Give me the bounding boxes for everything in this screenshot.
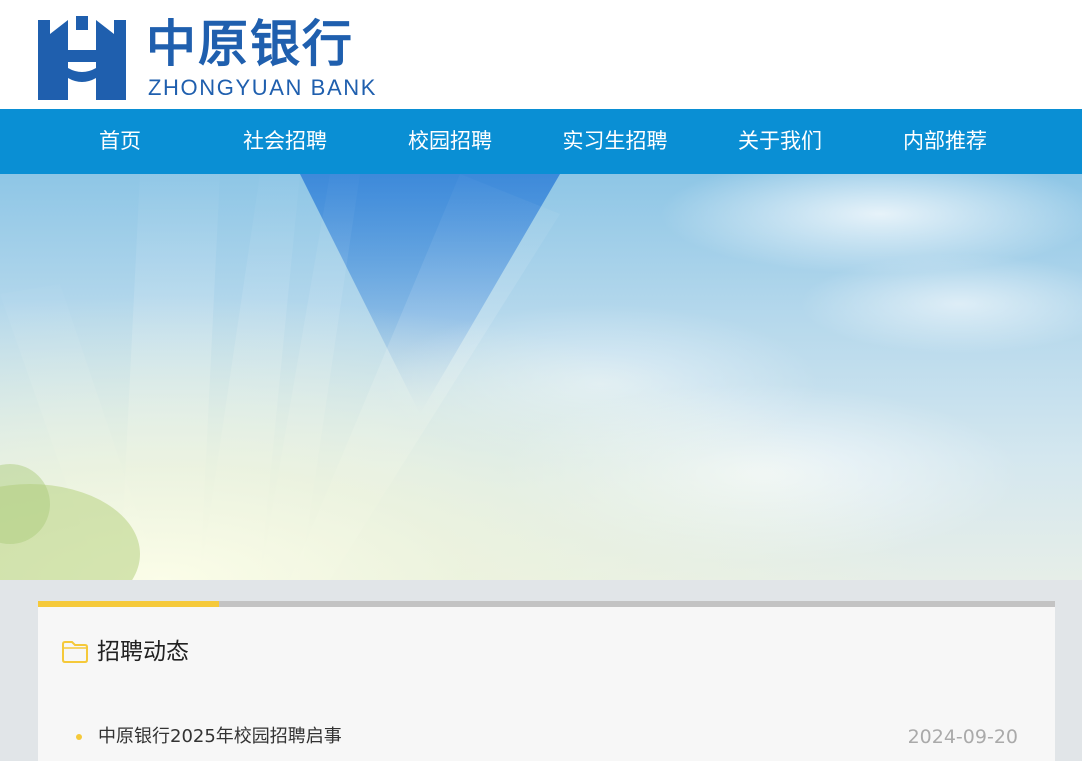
bank-logo-icon[interactable] <box>38 16 126 102</box>
news-item[interactable]: 中原银行2025年校园招聘启事 2024-09-20 <box>76 722 1018 752</box>
hero-banner <box>0 174 1082 580</box>
bullet-icon <box>76 734 82 740</box>
main-nav: 首页 社会招聘 校园招聘 实习生招聘 关于我们 内部推荐 <box>0 109 1082 174</box>
nav-item-intern-recruitment[interactable]: 实习生招聘 <box>545 109 685 174</box>
folder-icon <box>62 641 88 663</box>
bank-name-english: ZHONGYUAN BANK <box>148 75 377 100</box>
news-date: 2024-09-20 <box>907 726 1018 748</box>
nav-item-campus-recruitment[interactable]: 校园招聘 <box>385 109 515 174</box>
news-title-link[interactable]: 中原银行2025年校园招聘启事 <box>98 722 342 752</box>
sky-sunrays-image <box>0 174 1082 580</box>
site-header: 中原银行 ZHONGYUAN BANK <box>0 0 1082 109</box>
nav-item-about-us[interactable]: 关于我们 <box>715 109 845 174</box>
nav-item-internal-referral[interactable]: 内部推荐 <box>880 109 1010 174</box>
nav-item-social-recruitment[interactable]: 社会招聘 <box>220 109 350 174</box>
recruitment-news-panel: 招聘动态 中原银行2025年校园招聘启事 2024-09-20 <box>38 607 1055 761</box>
section-title: 招聘动态 <box>97 639 189 665</box>
bank-name-chinese: 中原银行 <box>146 15 354 73</box>
nav-item-home[interactable]: 首页 <box>70 109 170 174</box>
